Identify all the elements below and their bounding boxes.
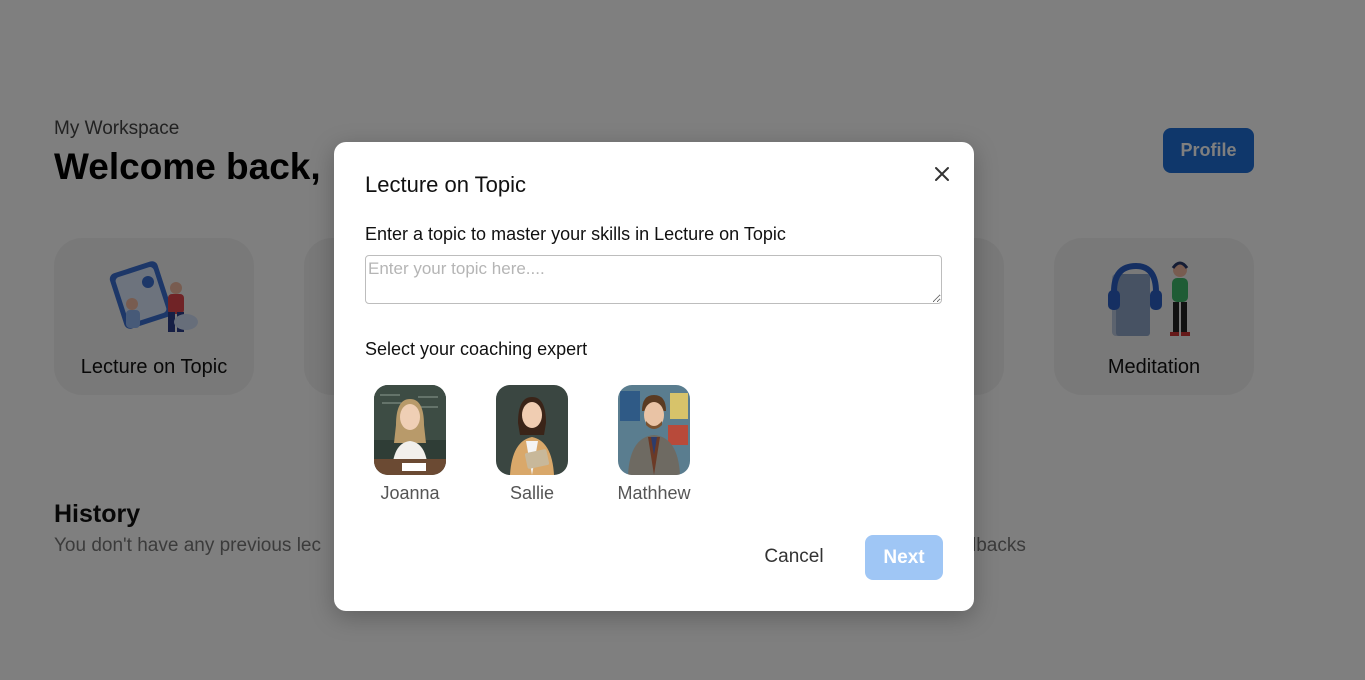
expert-prompt: Select your coaching expert: [365, 339, 588, 359]
expert-name: Mathhew: [617, 483, 691, 503]
lecture-topic-dialog: Lecture on Topic Enter a topic to master…: [334, 142, 974, 611]
expert-name: Sallie: [509, 483, 555, 503]
expert-joanna-avatar: [374, 385, 446, 475]
topic-input[interactable]: [365, 255, 942, 304]
expert-option-mathhew[interactable]: Mathhew: [614, 385, 694, 504]
expert-option-joanna[interactable]: Joanna: [370, 385, 450, 504]
expert-mathhew-avatar: [618, 385, 690, 475]
close-icon: [935, 167, 949, 181]
cancel-button[interactable]: Cancel: [754, 535, 834, 579]
expert-name: Joanna: [380, 483, 440, 503]
topic-prompt: Enter a topic to master your skills in L…: [365, 224, 786, 244]
expert-option-sallie[interactable]: Sallie: [492, 385, 572, 504]
next-button[interactable]: Next: [865, 535, 943, 580]
close-button[interactable]: [930, 162, 954, 186]
dialog-title: Lecture on Topic: [365, 172, 527, 197]
expert-sallie-avatar: [496, 385, 568, 475]
